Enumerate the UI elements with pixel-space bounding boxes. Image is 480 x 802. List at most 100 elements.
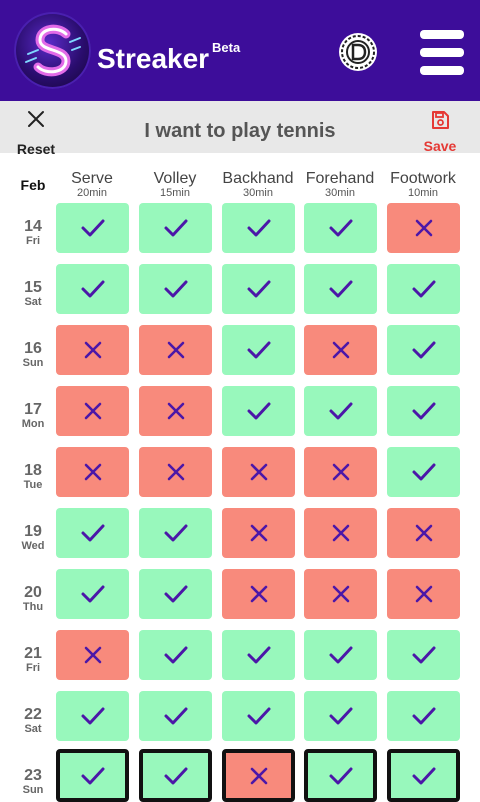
date-label: 23 Sun [14, 767, 52, 796]
cross-icon [84, 646, 101, 664]
streak-cell-forehand-19[interactable] [304, 508, 377, 558]
beta-badge: Beta [212, 40, 241, 55]
streak-cell-volley-20[interactable] [139, 569, 212, 619]
date-day: 19 [24, 523, 42, 540]
streak-cell-forehand-15[interactable] [304, 264, 377, 314]
check-icon [329, 280, 352, 298]
reset-label: Reset [16, 141, 56, 157]
streak-cell-backhand-17[interactable] [222, 386, 295, 436]
save-button[interactable]: Save [418, 106, 462, 153]
streak-cell-serve-17[interactable] [56, 386, 129, 436]
streak-cell-footwork-20[interactable] [387, 569, 460, 619]
date-day: 16 [24, 340, 42, 357]
check-icon [81, 767, 104, 784]
streak-cell-serve-14[interactable] [56, 203, 129, 253]
date-weekday: Fri [25, 235, 41, 247]
check-icon [164, 767, 187, 784]
streak-cell-serve-19[interactable] [56, 508, 129, 558]
date-weekday: Sat [24, 296, 42, 308]
streak-cell-backhand-21[interactable] [222, 630, 295, 680]
streak-cell-volley-19[interactable] [139, 508, 212, 558]
streak-cell-volley-18[interactable] [139, 447, 212, 497]
streak-cell-forehand-23[interactable] [304, 749, 377, 802]
streak-cell-volley-14[interactable] [139, 203, 212, 253]
cross-icon [84, 341, 101, 359]
streak-cell-forehand-21[interactable] [304, 630, 377, 680]
streak-cell-backhand-18[interactable] [222, 447, 295, 497]
streak-cell-serve-18[interactable] [56, 447, 129, 497]
date-label: 14 Fri [14, 218, 52, 247]
streak-cell-forehand-17[interactable] [304, 386, 377, 436]
date-label: 16 Sun [14, 340, 52, 369]
streak-cell-footwork-17[interactable] [387, 386, 460, 436]
streak-cell-backhand-19[interactable] [222, 508, 295, 558]
column-name: Forehand [305, 170, 375, 187]
cross-icon [415, 585, 432, 603]
column-name: Backhand [222, 170, 294, 187]
streak-cell-footwork-21[interactable] [387, 630, 460, 680]
streak-cell-volley-16[interactable] [139, 325, 212, 375]
streak-cell-serve-22[interactable] [56, 691, 129, 741]
date-day: 18 [24, 462, 42, 479]
cross-icon [332, 463, 349, 481]
cross-icon [332, 341, 349, 359]
check-icon [412, 767, 435, 784]
cross-icon [250, 585, 267, 603]
streak-cell-forehand-16[interactable] [304, 325, 377, 375]
check-icon [329, 646, 352, 664]
streak-cell-footwork-19[interactable] [387, 508, 460, 558]
check-icon [412, 280, 435, 298]
streak-cell-backhand-22[interactable] [222, 691, 295, 741]
app-title: Streaker [97, 43, 210, 74]
streak-cell-serve-20[interactable] [56, 569, 129, 619]
streak-cell-volley-23[interactable] [139, 749, 212, 802]
date-label: 17 Mon [14, 401, 52, 430]
column-header-backhand: Backhand 30min [218, 170, 298, 199]
streak-cell-forehand-22[interactable] [304, 691, 377, 741]
streak-cell-footwork-23[interactable] [387, 749, 460, 802]
cross-icon [84, 402, 101, 420]
date-label: 21 Fri [14, 645, 52, 674]
streak-cell-volley-22[interactable] [139, 691, 212, 741]
streak-cell-volley-17[interactable] [139, 386, 212, 436]
streak-cell-serve-23[interactable] [56, 749, 129, 802]
streak-cell-footwork-18[interactable] [387, 447, 460, 497]
check-icon [247, 341, 270, 359]
menu-icon[interactable] [420, 30, 464, 76]
streak-cell-footwork-15[interactable] [387, 264, 460, 314]
app-header: Streaker Beta [0, 0, 480, 101]
streak-cell-backhand-23[interactable] [222, 749, 295, 802]
date-label: 20 Thu [14, 584, 52, 613]
streak-cell-backhand-16[interactable] [222, 325, 295, 375]
app-logo [14, 12, 91, 89]
streak-cell-volley-15[interactable] [139, 264, 212, 314]
column-duration: 20min [77, 187, 107, 199]
check-icon [329, 219, 352, 237]
date-day: 23 [24, 767, 42, 784]
streak-cell-footwork-14[interactable] [387, 203, 460, 253]
date-label: 22 Sat [14, 706, 52, 735]
achievement-badge-icon[interactable] [338, 32, 378, 72]
streak-cell-forehand-20[interactable] [304, 569, 377, 619]
cross-icon [167, 463, 184, 481]
streak-cell-footwork-22[interactable] [387, 691, 460, 741]
streak-cell-forehand-14[interactable] [304, 203, 377, 253]
streak-cell-backhand-14[interactable] [222, 203, 295, 253]
streak-cell-serve-15[interactable] [56, 264, 129, 314]
date-weekday: Fri [25, 662, 41, 674]
cross-icon [250, 463, 267, 481]
streak-cell-serve-21[interactable] [56, 630, 129, 680]
streak-cell-serve-16[interactable] [56, 325, 129, 375]
streak-cell-forehand-18[interactable] [304, 447, 377, 497]
streak-cell-backhand-20[interactable] [222, 569, 295, 619]
reset-button[interactable]: Reset [10, 105, 62, 156]
streaker-s-icon [25, 24, 81, 77]
check-icon [164, 280, 187, 298]
date-weekday: Sun [22, 784, 44, 796]
check-icon [164, 524, 187, 542]
streak-cell-footwork-16[interactable] [387, 325, 460, 375]
check-icon [81, 585, 104, 603]
date-day: 20 [24, 584, 42, 601]
streak-cell-backhand-15[interactable] [222, 264, 295, 314]
streak-cell-volley-21[interactable] [139, 630, 212, 680]
